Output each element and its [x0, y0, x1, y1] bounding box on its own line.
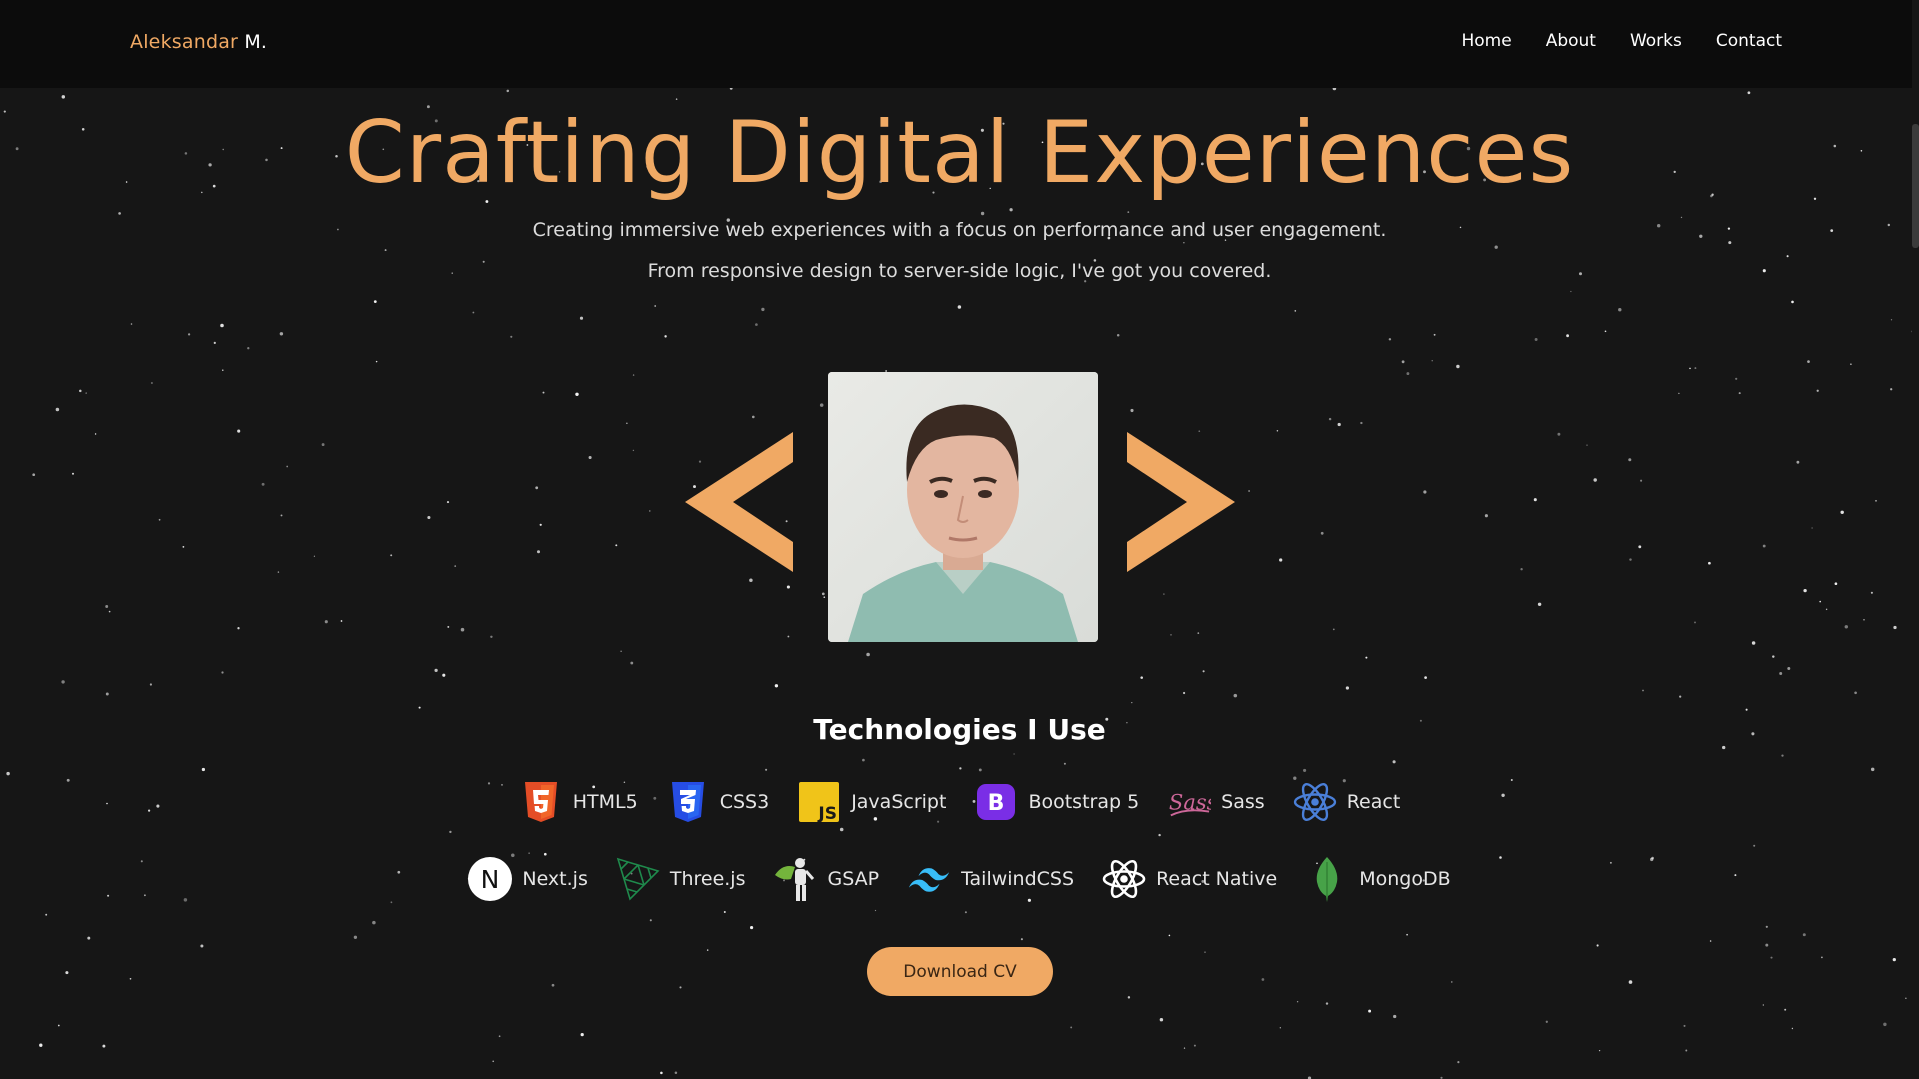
navbar: Aleksandar M. Home About Works Contact [0, 0, 1912, 88]
tailwind-icon [907, 857, 951, 901]
hero-title: Crafting Digital Experiences [344, 103, 1575, 203]
hero-subtitle-2: From responsive design to server-side lo… [647, 260, 1272, 282]
tech-item-react: React [1293, 780, 1401, 824]
nav-link-about[interactable]: About [1546, 31, 1596, 51]
svg-text:B: B [988, 791, 1005, 816]
gsap-icon [773, 857, 817, 901]
profile-photo [828, 372, 1098, 642]
tech-label-css3: CSS3 [719, 791, 770, 813]
tech-label-bootstrap: Bootstrap 5 [1028, 791, 1140, 813]
nav-link-home[interactable]: Home [1461, 31, 1511, 51]
carousel-next-button[interactable] [1125, 430, 1235, 574]
tech-label-react-native: React Native [1156, 868, 1278, 890]
tech-item-bootstrap: B Bootstrap 5 [974, 780, 1139, 824]
react-native-icon [1102, 857, 1146, 901]
chevron-right-icon [1127, 432, 1235, 572]
svg-text:JS: JS [818, 804, 838, 822]
portrait-image [828, 372, 1098, 642]
chevron-left-icon [685, 432, 793, 572]
tech-label-tailwind: TailwindCSS [961, 868, 1075, 890]
tech-item-mongodb: MongoDB [1305, 857, 1451, 902]
tech-item-html5: HTML5 [519, 780, 638, 824]
javascript-icon: JS [797, 780, 841, 824]
tech-label-mongodb: MongoDB [1359, 868, 1451, 890]
tech-label-sass: Sass [1221, 791, 1265, 813]
tech-item-threejs: Three.js [616, 857, 746, 901]
tech-label-javascript: JavaScript [851, 791, 947, 813]
tech-item-sass: Sass Sass [1167, 780, 1265, 824]
nav-link-works[interactable]: Works [1630, 31, 1682, 51]
tech-row-2: N Next.js Three.js GSAP TailwindCSS Reac… [0, 857, 1919, 902]
tech-label-react: React [1346, 791, 1401, 813]
react-icon [1293, 780, 1337, 824]
carousel-prev-button[interactable] [685, 430, 795, 574]
threejs-icon [616, 857, 660, 901]
sass-icon: Sass [1167, 780, 1211, 824]
nav-link-contact[interactable]: Contact [1716, 31, 1782, 51]
tech-label-nextjs: Next.js [522, 868, 588, 890]
nav-links: Home About Works Contact [1461, 31, 1782, 51]
download-cv-button[interactable]: Download CV [867, 947, 1053, 996]
html5-icon [519, 780, 563, 824]
tech-item-tailwind: TailwindCSS [907, 857, 1074, 901]
tech-item-javascript: JS JavaScript [797, 780, 946, 824]
tech-item-gsap: GSAP [773, 857, 879, 901]
brand-last-initial: M. [244, 31, 268, 53]
mongodb-icon [1305, 857, 1349, 902]
hero-subtitle-1: Creating immersive web experiences with … [532, 219, 1387, 241]
css3-icon [666, 780, 710, 824]
technologies-heading: Technologies I Use [813, 713, 1106, 746]
tech-label-gsap: GSAP [827, 868, 880, 890]
brand-first-name: Aleksandar [130, 31, 239, 53]
tech-row-1: HTML5 CSS3 JS JavaScript B Bootstrap 5 S… [0, 780, 1919, 824]
tech-item-nextjs: N Next.js [468, 857, 588, 901]
bootstrap-icon: B [974, 780, 1018, 824]
brand-logo[interactable]: Aleksandar M. [130, 31, 267, 53]
tech-item-react-native: React Native [1102, 857, 1277, 901]
scrollbar-thumb[interactable] [1912, 124, 1919, 248]
tech-label-html5: HTML5 [572, 791, 638, 813]
nextjs-icon: N [468, 857, 513, 901]
svg-text:N: N [481, 865, 500, 894]
tech-item-css3: CSS3 [666, 780, 769, 824]
tech-label-threejs: Three.js [669, 868, 746, 890]
